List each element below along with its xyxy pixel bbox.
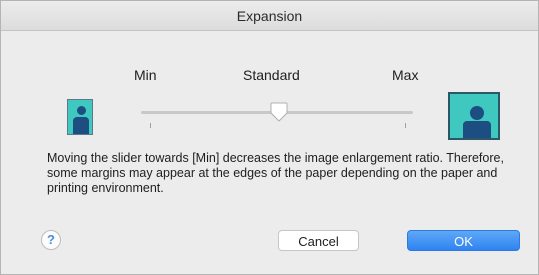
slider-standard-label: Standard	[243, 67, 300, 83]
slider-tick-min	[150, 123, 151, 128]
large-page-person-icon	[448, 92, 500, 140]
explanation-text: Moving the slider towards [Min] decrease…	[47, 151, 504, 195]
person-head	[77, 106, 86, 115]
cancel-button[interactable]: Cancel	[278, 230, 359, 251]
person-head	[470, 106, 484, 120]
slider-min-label: Min	[134, 67, 157, 83]
expansion-slider-thumb[interactable]	[270, 102, 288, 122]
small-page-person-icon	[67, 99, 93, 135]
slider-max-label: Max	[392, 67, 419, 83]
person-body	[463, 121, 491, 138]
ok-button[interactable]: OK	[407, 230, 520, 251]
large-preview-inner	[455, 98, 493, 138]
slider-tick-max	[405, 123, 406, 128]
window-title: Expansion	[1, 1, 538, 31]
help-button[interactable]: ?	[41, 230, 61, 250]
expansion-dialog: Expansion Min Standard Max Moving the sl…	[0, 0, 539, 275]
person-body	[73, 117, 89, 134]
